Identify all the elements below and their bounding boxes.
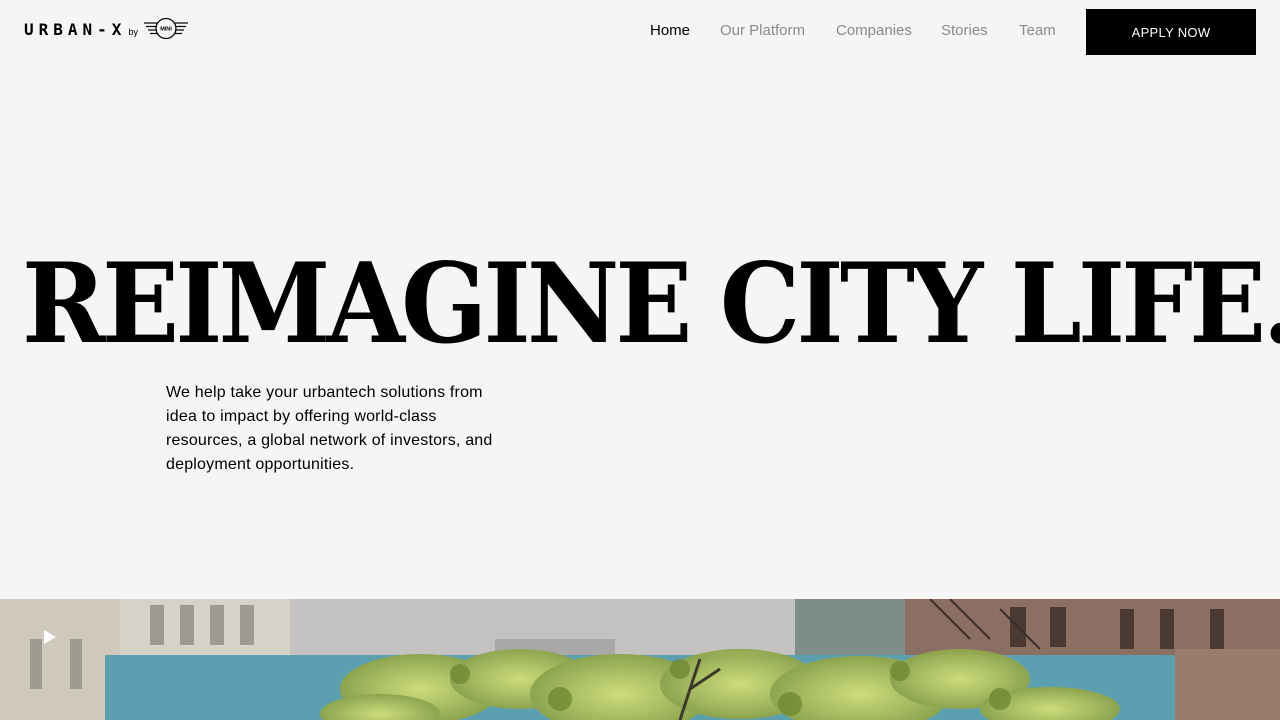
apply-now-button[interactable]: APPLY NOW	[1086, 9, 1256, 55]
logo-wordmark: URBAN-X	[24, 19, 127, 39]
mini-badge-text: MINI	[160, 27, 172, 33]
hero-title: REIMAGINE CITY LIFE.	[22, 237, 1280, 369]
city-street-video-frame	[0, 599, 1280, 720]
nav-companies[interactable]: Companies	[836, 22, 912, 39]
nav-team[interactable]: Team	[1019, 22, 1056, 39]
nav-our-platform[interactable]: Our Platform	[720, 22, 805, 39]
video-play-button[interactable]	[38, 625, 62, 649]
hero-description: We help take your urbantech solutions fr…	[166, 384, 493, 473]
hero-video[interactable]	[0, 599, 1280, 720]
logo-by-text: by	[128, 27, 138, 37]
nav-stories[interactable]: Stories	[941, 22, 988, 39]
urban-x-logo[interactable]: URBAN-X by MINI	[24, 16, 190, 42]
mini-logo-icon: MINI	[143, 17, 188, 40]
play-icon	[44, 630, 56, 644]
site-header: URBAN-X by MINI Home Our Platform Compan…	[0, 0, 1280, 62]
nav-home[interactable]: Home	[650, 22, 690, 39]
